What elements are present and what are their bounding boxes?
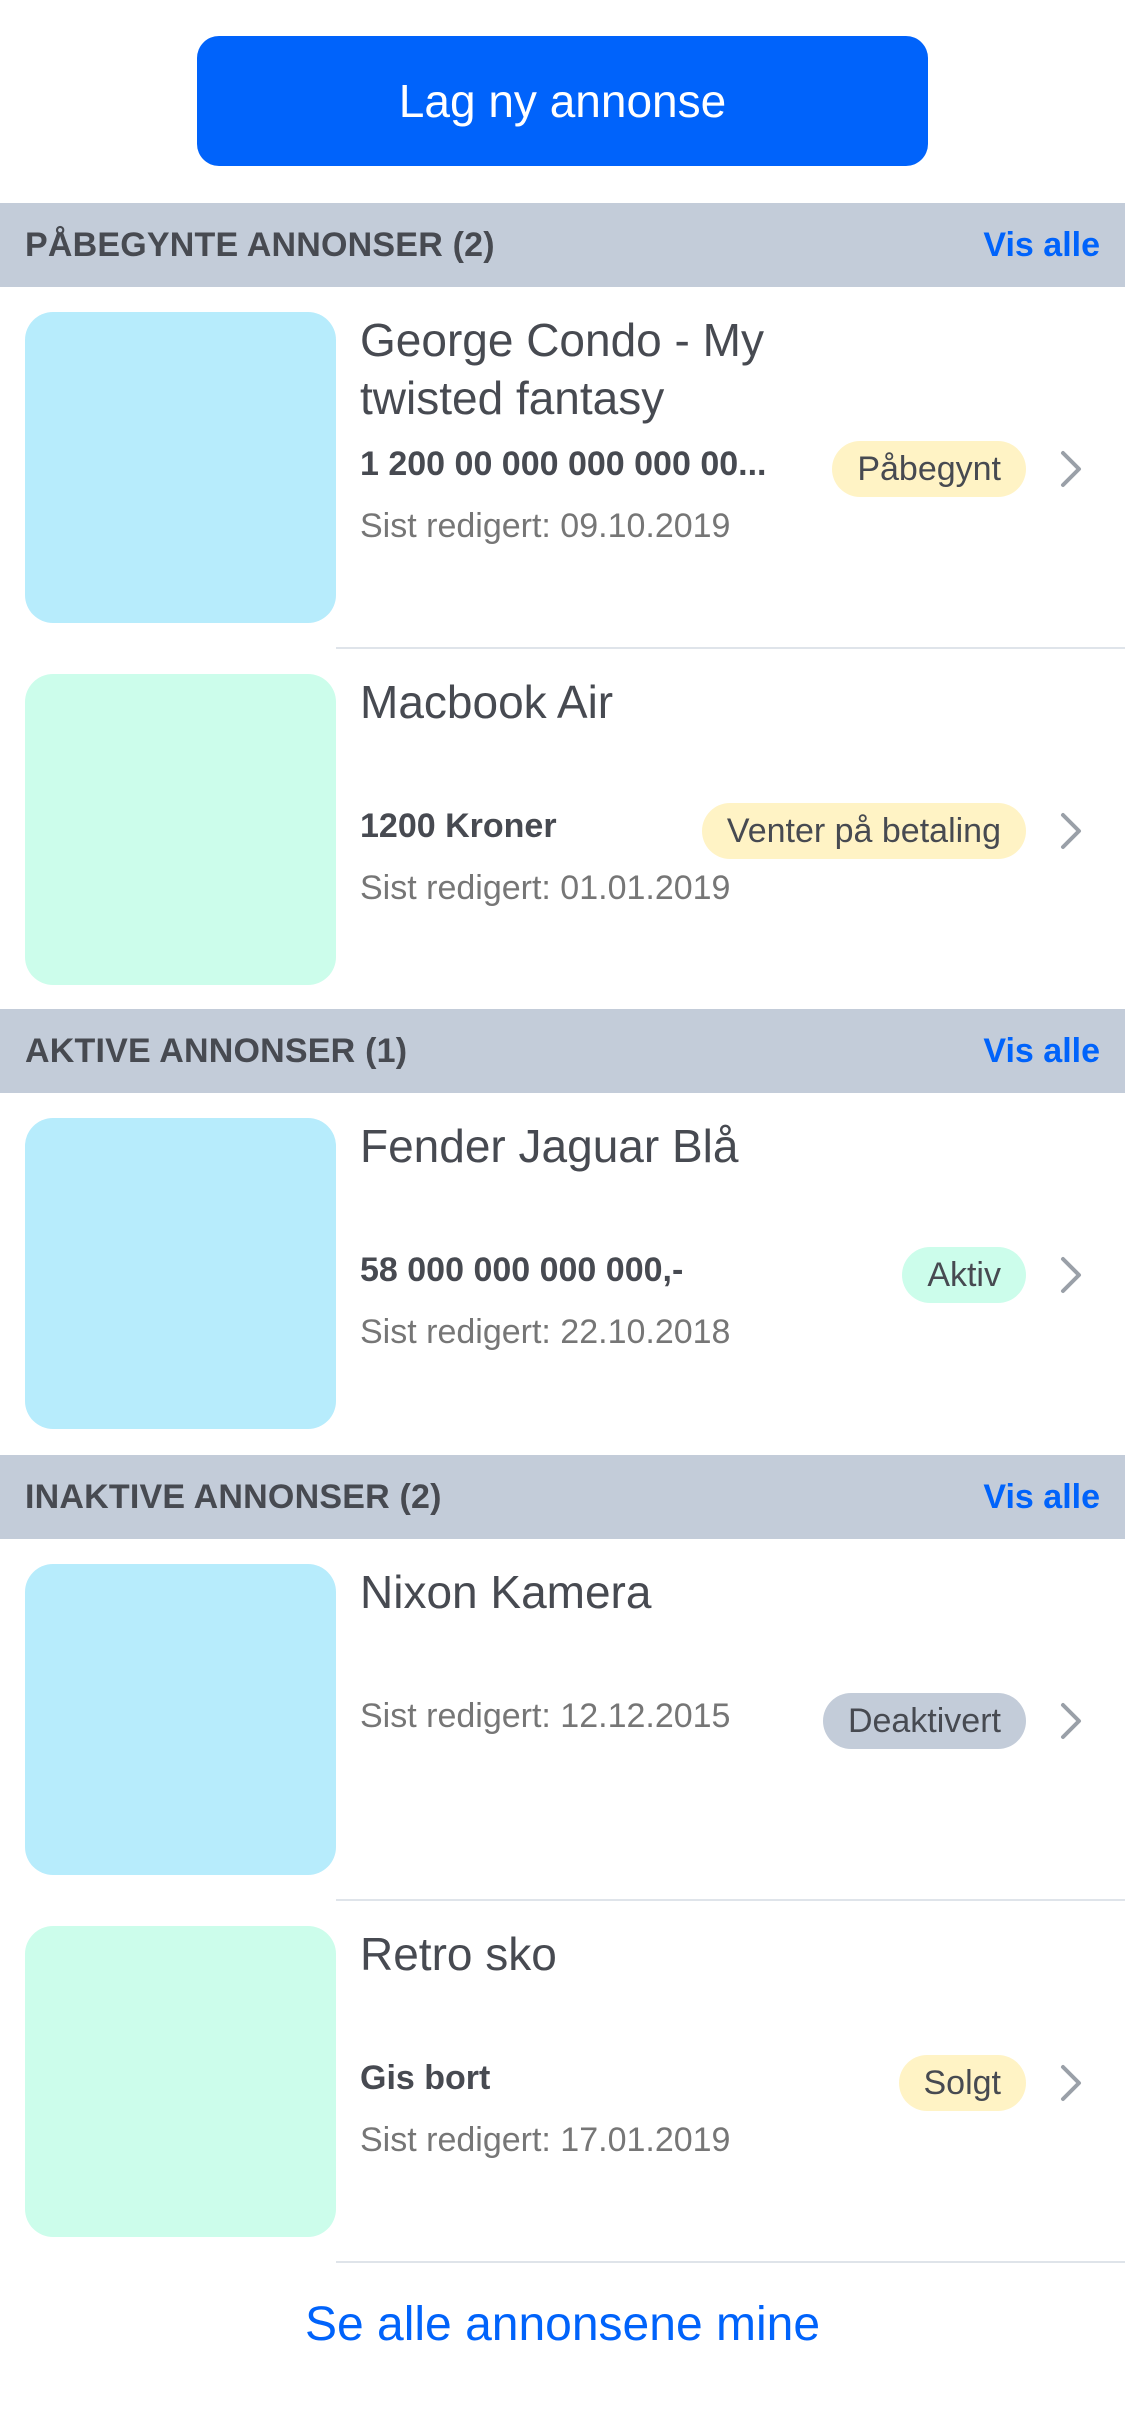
ad-item-macbook-air[interactable]: Macbook Air 1200 Kroner Sist redigert: 0… [0, 649, 1125, 1011]
ad-last-edited: Sist redigert: 01.01.2019 [360, 869, 731, 907]
ad-thumbnail [25, 312, 336, 623]
chevron-right-icon [1061, 813, 1081, 849]
see-all-my-ads-link[interactable]: Se alle annonsene mine [0, 2275, 1125, 2375]
ad-thumbnail [25, 1926, 336, 2237]
ad-last-edited: Sist redigert: 17.01.2019 [360, 2121, 731, 2159]
ad-title: Retro sko [360, 1928, 557, 1980]
ad-price: 58 000 000 000 000,- [360, 1251, 684, 1289]
ad-last-edited: Sist redigert: 12.12.2015 [360, 1697, 731, 1735]
ad-title: Fender Jaguar Blå [360, 1120, 739, 1172]
status-badge: Venter på betaling [701, 803, 1026, 859]
divider [336, 2261, 1125, 2263]
chevron-right-icon [1061, 1257, 1081, 1293]
ad-price: 1200 Kroner [360, 807, 557, 845]
my-ads-page: Lag ny annonse PÅBEGYNTE ANNONSER (2) Vi… [0, 0, 1125, 2436]
ad-price: Gis bort [360, 2059, 491, 2097]
ad-last-edited: Sist redigert: 22.10.2018 [360, 1313, 731, 1351]
chevron-right-icon [1061, 1703, 1081, 1739]
view-all-inactive-link[interactable]: Vis alle [983, 1455, 1100, 1539]
ad-item-george-condo[interactable]: George Condo - My twisted fantasy 1 200 … [0, 287, 1125, 649]
ad-last-edited: Sist redigert: 09.10.2019 [360, 507, 731, 545]
ad-price: 1 200 00 000 000 000 00... [360, 445, 767, 483]
status-badge: Aktiv [902, 1247, 1026, 1303]
ad-thumbnail [25, 1118, 336, 1429]
section-title: INAKTIVE ANNONSER (2) [25, 1478, 442, 1516]
new-ad-button[interactable]: Lag ny annonse [197, 36, 928, 166]
ad-title: George Condo - My twisted fantasy [360, 314, 764, 424]
ad-title: Macbook Air [360, 676, 614, 728]
chevron-right-icon [1061, 451, 1081, 487]
chevron-right-icon [1061, 2065, 1081, 2101]
ad-title: Nixon Kamera [360, 1566, 652, 1618]
new-ad-area: Lag ny annonse [0, 0, 1125, 203]
section-header-started: PÅBEGYNTE ANNONSER (2) Vis alle [0, 203, 1125, 287]
ad-thumbnail [25, 1564, 336, 1875]
section-header-active: AKTIVE ANNONSER (1) Vis alle [0, 1009, 1125, 1093]
status-badge: Solgt [898, 2055, 1026, 2111]
section-title: AKTIVE ANNONSER (1) [25, 1032, 408, 1070]
ad-thumbnail [25, 674, 336, 985]
section-title: PÅBEGYNTE ANNONSER (2) [25, 226, 495, 264]
view-all-active-link[interactable]: Vis alle [983, 1009, 1100, 1093]
ad-item-fender-jaguar[interactable]: Fender Jaguar Blå 58 000 000 000 000,- S… [0, 1093, 1125, 1455]
status-badge: Påbegynt [832, 441, 1026, 497]
section-header-inactive: INAKTIVE ANNONSER (2) Vis alle [0, 1455, 1125, 1539]
view-all-started-link[interactable]: Vis alle [983, 203, 1100, 287]
status-badge: Deaktivert [822, 1693, 1026, 1749]
ad-item-nixon-kamera[interactable]: Nixon Kamera Sist redigert: 12.12.2015 D… [0, 1539, 1125, 1901]
ad-item-retro-sko[interactable]: Retro sko Gis bort Sist redigert: 17.01.… [0, 1901, 1125, 2263]
